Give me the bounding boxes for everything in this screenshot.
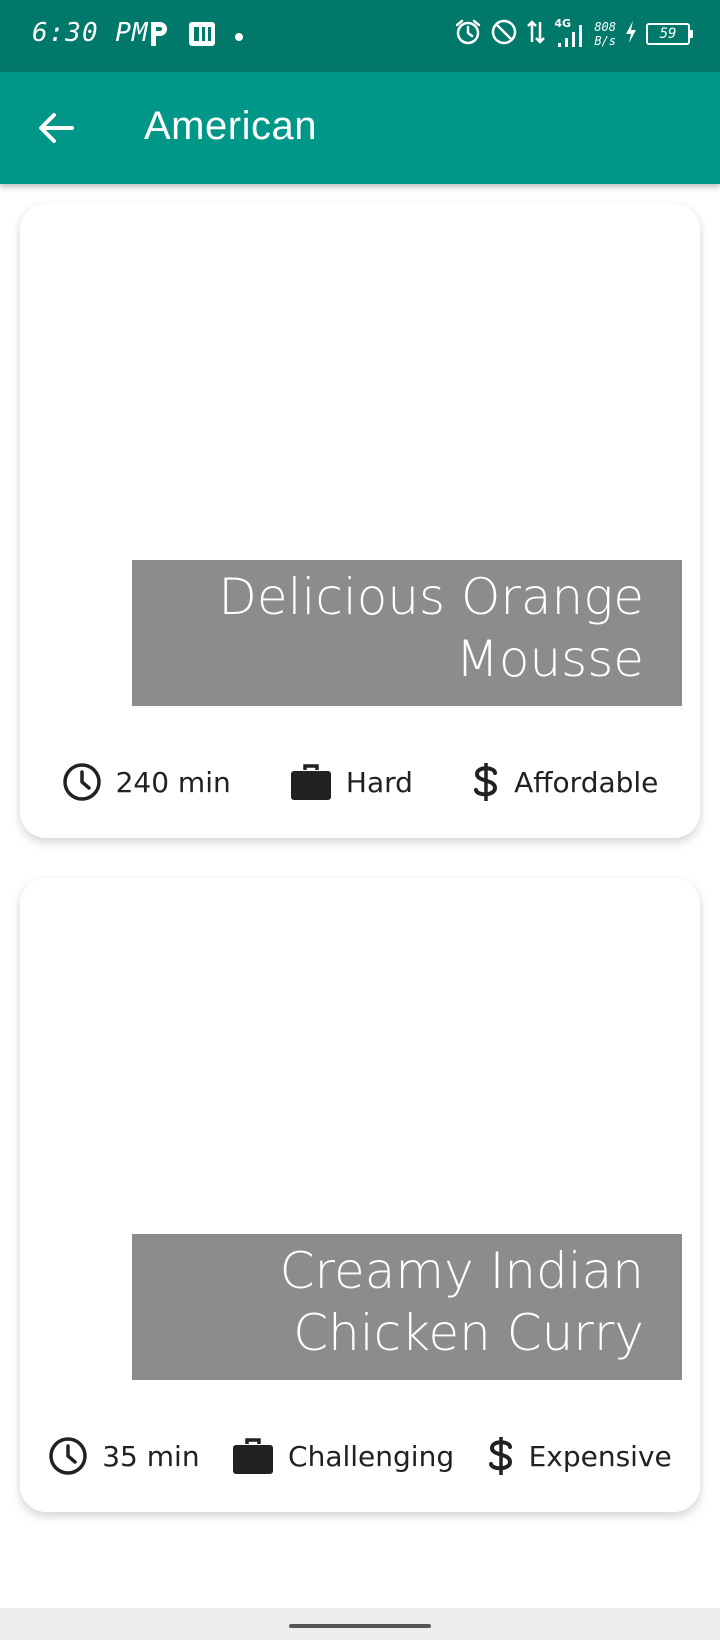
- do-not-disturb-icon: [490, 18, 518, 50]
- meal-title-line-2: Mousse: [455, 630, 644, 688]
- briefcase-icon: [233, 1438, 274, 1474]
- meal-details: 240 min Hard Affordable: [20, 752, 700, 812]
- status-bar: 6:30 PM 4G 808 B/s 59: [0, 0, 720, 72]
- app-notification-icon: [188, 21, 216, 51]
- briefcase-icon: [290, 764, 331, 800]
- meal-title: Delicious Orange Mousse: [132, 560, 682, 706]
- clock-icon: [49, 1437, 87, 1475]
- back-button[interactable]: [28, 100, 84, 156]
- affordability-label: Expensive: [528, 1439, 672, 1473]
- complexity-label: Hard: [345, 765, 413, 799]
- status-right-icons: 4G 808 B/s 59: [454, 17, 693, 50]
- meal-title-line-2: Chicken Curry: [293, 1304, 644, 1362]
- duration-label: 240 min: [115, 765, 231, 799]
- status-time: 6:30 PM: [32, 18, 149, 48]
- meal-card[interactable]: Delicious Orange Mousse 240 min Hard Aff…: [20, 204, 700, 838]
- charging-icon: [624, 20, 638, 48]
- dollar-icon: [474, 763, 498, 801]
- affordability-item: Expensive: [487, 1435, 672, 1477]
- meal-card[interactable]: Creamy Indian Chicken Curry 35 min Chall…: [20, 878, 700, 1512]
- meal-title-line-1: Delicious Orange: [218, 568, 644, 626]
- meal-details: 35 min Challenging Expensive: [20, 1426, 700, 1486]
- signal-icon: 4G: [554, 17, 586, 49]
- duration-label: 35 min: [102, 1439, 200, 1473]
- home-indicator[interactable]: [289, 1624, 431, 1628]
- arrow-back-icon: [39, 113, 74, 143]
- status-left-icons: [148, 20, 244, 52]
- parking-icon: [148, 20, 170, 52]
- battery-level: 59: [659, 26, 677, 42]
- clock-icon: [62, 763, 101, 801]
- network-speed-unit: B/s: [594, 34, 616, 48]
- duration-item: 240 min: [62, 762, 231, 802]
- meal-title: Creamy Indian Chicken Curry: [132, 1234, 682, 1380]
- system-nav-bar: [0, 1608, 720, 1640]
- alarm-icon: [454, 18, 482, 50]
- app-bar: American: [0, 72, 720, 184]
- affordability-item: Affordable: [472, 761, 658, 803]
- dollar-icon: [488, 1437, 512, 1475]
- page-title: American: [144, 104, 317, 148]
- meal-title-line-1: Creamy Indian: [279, 1242, 644, 1300]
- complexity-item: Challenging: [232, 1437, 454, 1475]
- duration-item: 35 min: [48, 1436, 200, 1476]
- affordability-label: Affordable: [514, 765, 659, 799]
- dot-icon: [234, 27, 244, 46]
- data-transfer-icon: [526, 18, 546, 50]
- network-speed-value: 808: [594, 20, 616, 34]
- complexity-label: Challenging: [288, 1439, 455, 1473]
- network-speed: 808 B/s: [594, 20, 616, 48]
- complexity-item: Hard: [290, 763, 413, 801]
- battery-icon: 59: [646, 23, 693, 45]
